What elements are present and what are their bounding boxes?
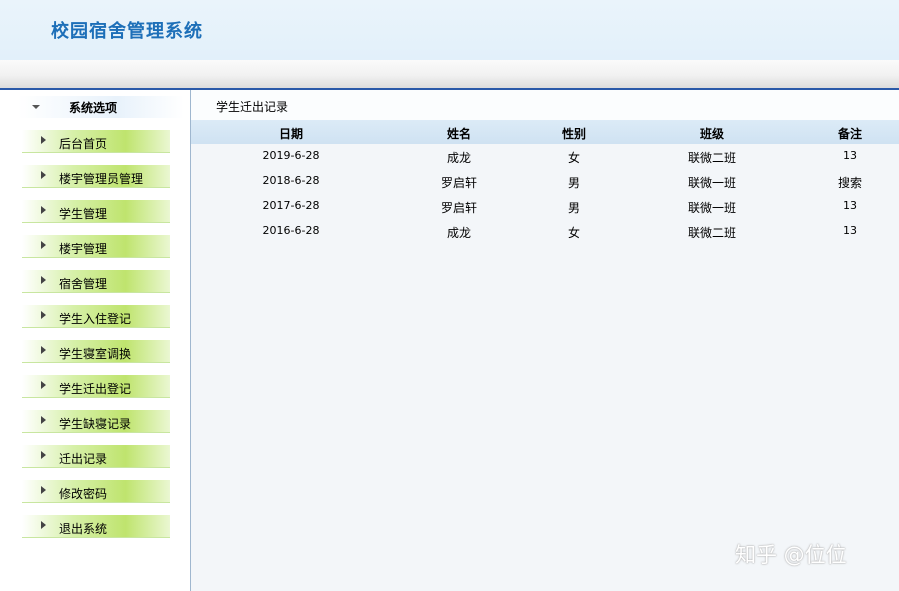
sidebar-item-label: 楼宇管理员管理 bbox=[59, 172, 144, 186]
cell-name: 成龙 bbox=[446, 151, 472, 165]
caret-right-icon bbox=[41, 521, 46, 529]
sidebar-item-building-admin[interactable]: 楼宇管理员管理 bbox=[22, 165, 170, 188]
caret-right-icon bbox=[41, 381, 46, 389]
sidebar-item-home[interactable]: 后台首页 bbox=[22, 130, 170, 153]
cell-name: 罗启轩 bbox=[440, 201, 478, 215]
cell-gender: 女 bbox=[567, 151, 581, 165]
cell-name: 成龙 bbox=[446, 226, 472, 240]
cell-gender: 男 bbox=[567, 176, 581, 190]
cell-class: 联微一班 bbox=[687, 201, 737, 215]
sidebar-item-checkout[interactable]: 学生迁出登记 bbox=[22, 375, 170, 398]
caret-right-icon bbox=[41, 136, 46, 144]
cell-remark: 搜索 bbox=[837, 176, 863, 190]
cell-date: 2018-6-28 bbox=[262, 174, 320, 187]
column-header-class: 班级 bbox=[699, 127, 725, 141]
caret-down-icon bbox=[32, 105, 40, 109]
sidebar-header[interactable]: 系统选项 bbox=[18, 96, 184, 118]
cell-remark: 13 bbox=[843, 224, 857, 237]
caret-right-icon bbox=[41, 241, 46, 249]
sidebar-item-dorms[interactable]: 宿舍管理 bbox=[22, 270, 170, 293]
main-content: 学生迁出记录 日期 姓名 性别 班级 备注 2019-6-28 成龙 女 联微二… bbox=[191, 90, 899, 591]
sidebar-item-checkout-records[interactable]: 迁出记录 bbox=[22, 445, 170, 468]
cell-class: 联微二班 bbox=[687, 151, 737, 165]
sidebar-item-label: 后台首页 bbox=[59, 137, 108, 151]
caret-right-icon bbox=[41, 416, 46, 424]
caret-right-icon bbox=[41, 486, 46, 494]
caret-right-icon bbox=[41, 276, 46, 284]
table-row: 2019-6-28 成龙 女 联微二班 13 bbox=[191, 144, 899, 169]
sidebar-item-label: 宿舍管理 bbox=[59, 277, 108, 291]
table-row: 2016-6-28 成龙 女 联微二班 13 bbox=[191, 219, 899, 244]
cell-remark: 13 bbox=[843, 149, 857, 162]
watermark: 知乎 @位位 bbox=[735, 543, 847, 567]
table-row: 2017-6-28 罗启轩 男 联微一班 13 bbox=[191, 194, 899, 219]
column-header-remark: 备注 bbox=[837, 127, 863, 141]
cell-gender: 女 bbox=[567, 226, 581, 240]
column-header-gender: 性别 bbox=[561, 127, 587, 141]
sidebar-item-room-swap[interactable]: 学生寝室调换 bbox=[22, 340, 170, 363]
sidebar-item-label: 学生缺寝记录 bbox=[59, 417, 132, 431]
sidebar-item-label: 学生迁出登记 bbox=[59, 382, 132, 396]
caret-right-icon bbox=[41, 311, 46, 319]
sidebar-item-label: 退出系统 bbox=[59, 522, 108, 536]
cell-class: 联微一班 bbox=[687, 176, 737, 190]
caret-right-icon bbox=[41, 171, 46, 179]
top-toolbar-band bbox=[0, 60, 899, 88]
sidebar-item-absence[interactable]: 学生缺寝记录 bbox=[22, 410, 170, 433]
cell-name: 罗启轩 bbox=[440, 176, 478, 190]
sidebar-item-label: 学生寝室调换 bbox=[59, 347, 132, 361]
cell-class: 联微二班 bbox=[687, 226, 737, 240]
sidebar-item-label: 学生管理 bbox=[59, 207, 108, 221]
caret-right-icon bbox=[41, 346, 46, 354]
sidebar-item-label: 迁出记录 bbox=[59, 452, 108, 466]
sidebar-item-buildings[interactable]: 楼宇管理 bbox=[22, 235, 170, 258]
sidebar-item-students[interactable]: 学生管理 bbox=[22, 200, 170, 223]
page-title: 学生迁出记录 bbox=[216, 100, 289, 114]
sidebar-item-checkin[interactable]: 学生入住登记 bbox=[22, 305, 170, 328]
cell-gender: 男 bbox=[567, 201, 581, 215]
app-title: 校园宿舍管理系统 bbox=[51, 21, 203, 42]
app-header: 校园宿舍管理系统 bbox=[0, 0, 899, 60]
cell-remark: 13 bbox=[843, 199, 857, 212]
sidebar-item-label: 楼宇管理 bbox=[59, 242, 108, 256]
cell-date: 2019-6-28 bbox=[262, 149, 320, 162]
column-header-date: 日期 bbox=[278, 127, 304, 141]
column-header-name: 姓名 bbox=[446, 127, 472, 141]
sidebar-item-label: 修改密码 bbox=[59, 487, 108, 501]
sidebar-item-label: 学生入住登记 bbox=[59, 312, 132, 326]
caret-right-icon bbox=[41, 451, 46, 459]
breadcrumb: 学生迁出记录 bbox=[191, 90, 899, 120]
table-row: 2018-6-28 罗启轩 男 联微一班 搜索 bbox=[191, 169, 899, 194]
cell-date: 2016-6-28 bbox=[262, 224, 320, 237]
caret-right-icon bbox=[41, 206, 46, 214]
sidebar-item-change-password[interactable]: 修改密码 bbox=[22, 480, 170, 503]
sidebar: 系统选项 后台首页 楼宇管理员管理 学生管理 楼宇管理 宿舍管理 学生入住登记 … bbox=[0, 90, 191, 591]
cell-date: 2017-6-28 bbox=[262, 199, 320, 212]
sidebar-title: 系统选项 bbox=[69, 101, 118, 115]
table-header: 日期 姓名 性别 班级 备注 bbox=[191, 120, 899, 144]
sidebar-item-logout[interactable]: 退出系统 bbox=[22, 515, 170, 538]
